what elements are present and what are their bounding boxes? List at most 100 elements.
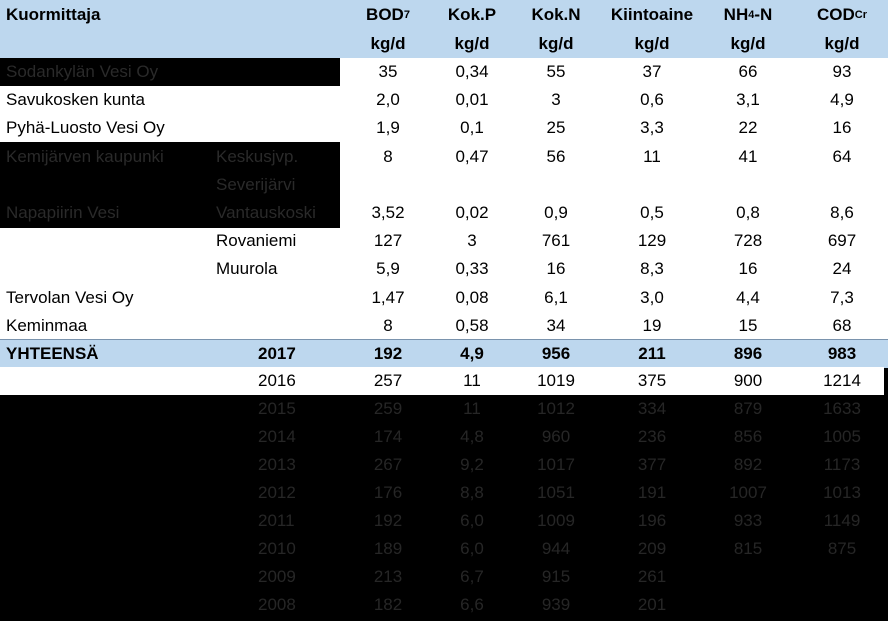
- year-cell-cod: 1149: [823, 511, 861, 530]
- cell-kokp: 0,47: [455, 146, 489, 166]
- total-row: YHTEENSÄ 2017 192 4,9 956 211 896 983: [0, 339, 888, 368]
- year-cell-bod: 176: [373, 483, 403, 502]
- year-cell-kiintoaine: 191: [637, 483, 667, 502]
- year-cell-cod: [796, 591, 888, 619]
- cell-kokn: 34: [546, 315, 566, 335]
- year-cell-nh4n: [700, 591, 796, 619]
- year-cell-cod: 1013: [823, 483, 861, 502]
- year-row: 2008 182 6,6 939 201: [0, 591, 888, 619]
- cell-kokp: 0,01: [455, 90, 489, 110]
- year-cell-nh4n: 892: [733, 455, 763, 474]
- col-header-kuormittaja: Kuormittaja: [6, 5, 101, 24]
- unit-kiintoaine: kg/d: [634, 34, 670, 53]
- year-cell-nh4n: [700, 563, 796, 591]
- year-label: 2009: [258, 567, 296, 586]
- cell-kiintoaine: 11: [643, 146, 661, 166]
- table-row: Savukosken kunta 2,0 0,01 3 0,6 3,1 4,9: [0, 86, 888, 114]
- cell-kokp: 0,08: [455, 287, 489, 307]
- year-label: 2011: [258, 511, 295, 530]
- year-label: 2015: [258, 399, 296, 418]
- year-cell-kokp: 11: [463, 371, 481, 390]
- row-subname: Muurola: [216, 259, 278, 279]
- year-cell-nh4n: 900: [733, 371, 763, 390]
- year-row: 2013 267 9,2 1017 377 892 1173: [0, 451, 888, 479]
- cell-bod: 5,9: [376, 259, 400, 279]
- table-header-units: kg/d kg/d kg/d kg/d kg/d kg/d: [0, 30, 888, 58]
- year-cell-bod: 267: [373, 455, 403, 474]
- year-cell-kiintoaine: 261: [637, 567, 667, 586]
- year-label: 2010: [258, 539, 296, 558]
- cell-bod: 127: [373, 231, 403, 251]
- year-cell-cod: 875: [827, 539, 857, 558]
- cell-kokn: 761: [541, 231, 571, 251]
- cell-nh4n: 41: [738, 146, 758, 166]
- total-bod: 192: [373, 344, 403, 363]
- cell-bod: 3,52: [371, 203, 405, 223]
- cell-bod: 2,0: [376, 90, 400, 110]
- cell-nh4n: 728: [733, 231, 763, 251]
- year-label: 2016: [258, 371, 296, 390]
- cell-kokn: 16: [546, 259, 566, 279]
- total-year: 2017: [258, 344, 296, 363]
- cell-cod: 64: [832, 146, 852, 166]
- cell-nh4n: 22: [738, 118, 758, 138]
- col-header-kokp: Kok.P: [447, 5, 497, 24]
- cell-kokn: 25: [546, 118, 566, 138]
- unit-bod: kg/d: [370, 34, 406, 53]
- bod-label: BOD: [366, 5, 404, 24]
- year-cell-bod: 182: [373, 595, 403, 614]
- cell-cod: 93: [832, 62, 852, 82]
- cell-kokp: 0,33: [455, 259, 489, 279]
- table-row: Rovaniemi 127 3 761 129 728 697: [0, 227, 888, 255]
- total-label: YHTEENSÄ: [6, 344, 99, 363]
- year-cell-kokn: 939: [541, 595, 571, 614]
- cell-cod: 8,6: [830, 203, 854, 223]
- year-cell-kiintoaine: 334: [637, 399, 667, 418]
- table-row: Severijärvi: [0, 171, 888, 199]
- cell-cod: 697: [827, 231, 857, 251]
- year-cell-kiintoaine: 377: [637, 455, 667, 474]
- cell-cod: 7,3: [830, 287, 854, 307]
- nh4-suffix: -N: [754, 5, 773, 24]
- year-cell-kokn: 1009: [537, 511, 575, 530]
- cell-cod: 68: [832, 315, 852, 335]
- cell-kiintoaine: 0,5: [640, 203, 664, 223]
- year-row: 2014 174 4,8 960 236 856 1005: [0, 423, 888, 451]
- year-row: 2016 257 11 1019 375 900 1214: [0, 367, 888, 395]
- row-name: Tervolan Vesi Oy: [6, 287, 134, 307]
- table-row: Kemijärven kaupunki Keskusjvp. 8 0,47 56 11 41…: [0, 143, 888, 171]
- row-name: Sodankylän Vesi Oy: [6, 62, 159, 82]
- year-cell-kokp: 4,8: [460, 427, 484, 446]
- year-row: 2011 192 6,0 1009 196 933 1149: [0, 507, 888, 535]
- total-kokn: 956: [541, 344, 571, 363]
- nh4-label: NH: [723, 5, 749, 24]
- table-row: Tervolan Vesi Oy 1,47 0,08 6,1 3,0 4,4 7,3: [0, 284, 888, 312]
- cell-nh4n: 0,8: [736, 203, 760, 223]
- unit-cod: kg/d: [824, 34, 860, 53]
- year-cell-cod: 1214: [823, 371, 861, 390]
- cell-bod: [340, 171, 436, 199]
- cell-kiintoaine: 8,3: [640, 259, 664, 279]
- row-name: Pyhä-Luosto Vesi Oy: [6, 118, 165, 138]
- cell-nh4n: 15: [738, 315, 758, 335]
- row-subname: Severijärvi: [216, 174, 296, 194]
- cell-kokp: 0,1: [460, 118, 484, 138]
- cell-kokn: [508, 171, 604, 199]
- cell-kokp: 0,02: [455, 203, 489, 223]
- year-cell-kokn: 1012: [537, 399, 575, 418]
- year-cell-kokp: 8,8: [460, 483, 484, 502]
- cell-nh4n: 4,4: [736, 287, 760, 307]
- year-cell-bod: 189: [373, 539, 403, 558]
- cell-kokp: [436, 171, 508, 199]
- cell-cod: 4,9: [830, 90, 854, 110]
- cell-kokn: 0,9: [544, 203, 568, 223]
- cell-kiintoaine: 129: [637, 231, 667, 251]
- cell-kokn: 55: [546, 62, 566, 82]
- col-header-kokn: Kok.N: [531, 5, 581, 24]
- year-cell-kiintoaine: 201: [637, 595, 667, 614]
- year-row: 2010 189 6,0 944 209 815 875: [0, 535, 888, 563]
- year-label: 2013: [258, 455, 296, 474]
- cell-kokn: 56: [546, 146, 566, 166]
- year-label: 2014: [258, 427, 296, 446]
- table-row: Sodankylän Vesi Oy 35 0,34 55 37 66 93: [0, 58, 888, 86]
